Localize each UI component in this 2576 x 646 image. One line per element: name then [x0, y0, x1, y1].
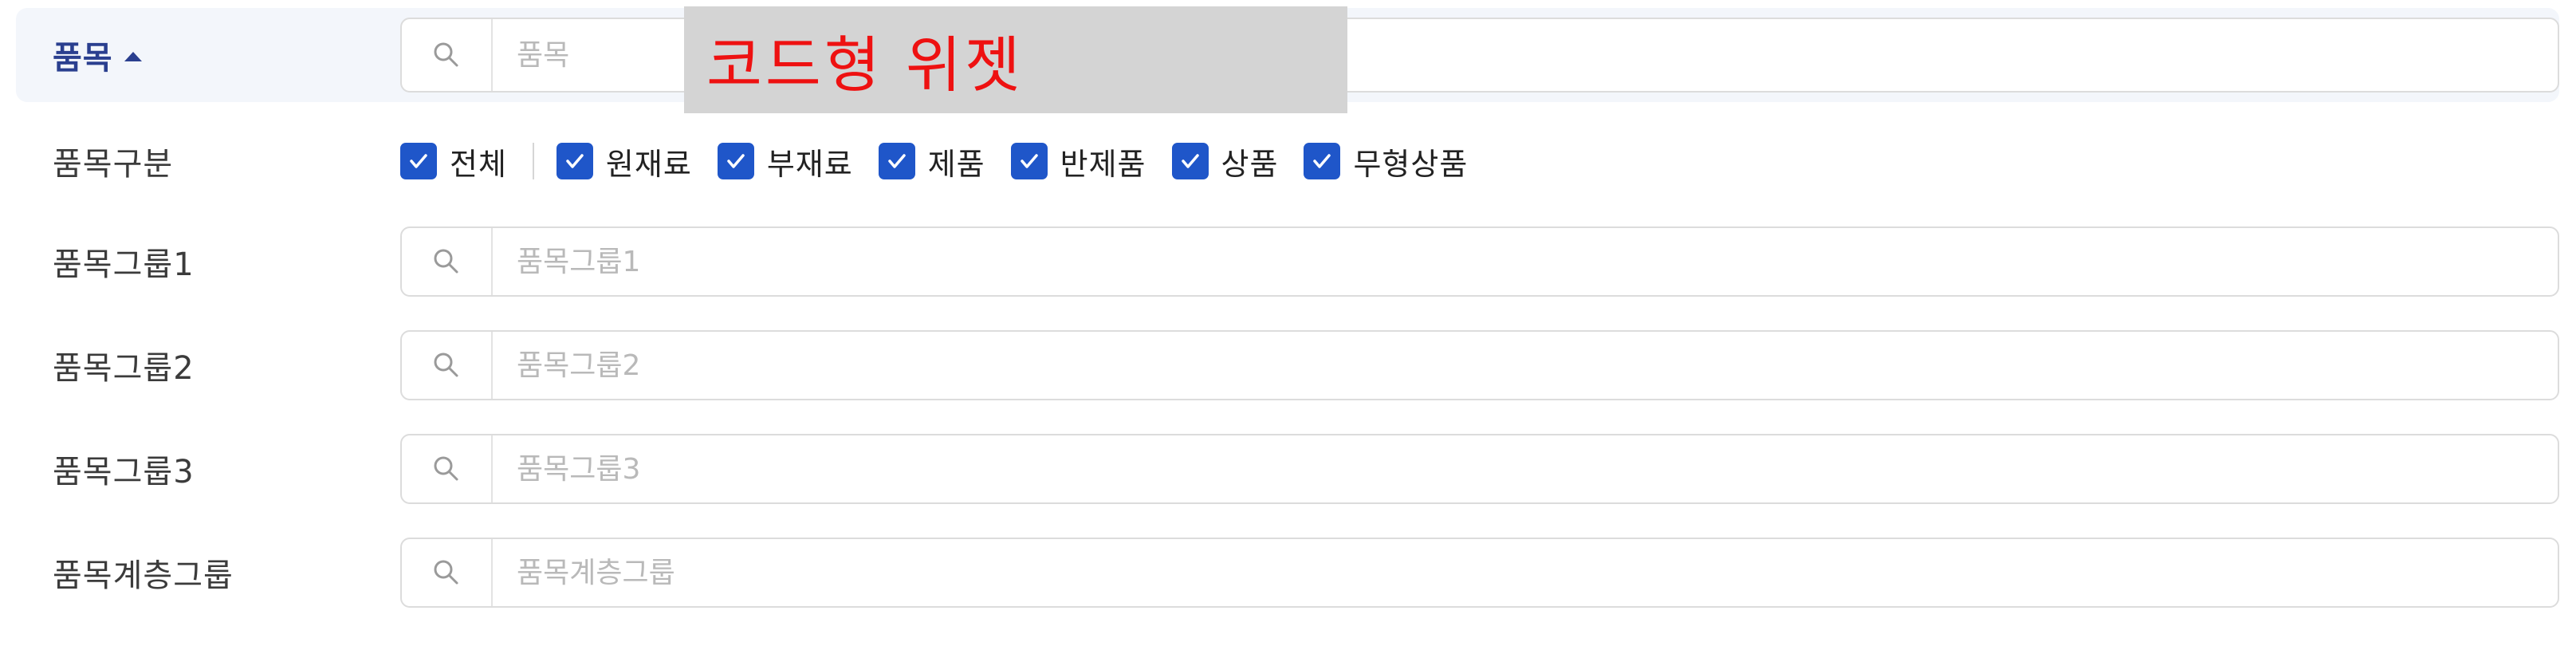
item-group3-search-input[interactable]: [517, 435, 2542, 502]
checkbox-label: 제품: [927, 146, 985, 182]
search-icon: [434, 456, 458, 481]
item-hierarchy-group-search-box: [400, 538, 2559, 608]
search-icon: [434, 42, 458, 67]
item-group3-search-button[interactable]: [402, 435, 493, 502]
checkbox-box[interactable]: [878, 143, 915, 179]
item-group3-row: 품목그룹3: [16, 423, 2559, 515]
item-group1-search-input[interactable]: [517, 228, 2542, 295]
checkbox-semi-product[interactable]: 반제품: [1010, 140, 1146, 183]
item-group2-label: 품목그룹2: [53, 350, 195, 387]
annotation-text: 코드형 위젯: [706, 30, 1024, 100]
item-hierarchy-group-search-button[interactable]: [402, 539, 493, 606]
search-icon: [434, 249, 458, 274]
filter-panel: 품목 품목구분 전체: [0, 0, 2576, 646]
checkbox-raw-material[interactable]: 원재료: [556, 140, 692, 183]
item-hierarchy-group-row: 품목계층그룹: [16, 526, 2559, 619]
search-icon: [434, 560, 458, 585]
item-group2-search-button[interactable]: [402, 332, 493, 399]
check-icon: [410, 154, 427, 168]
check-icon: [1181, 154, 1199, 168]
item-group3-search-box: [400, 434, 2559, 504]
item-hierarchy-group-label: 품목계층그룹: [53, 557, 234, 594]
item-group1-search-box: [400, 226, 2559, 297]
item-type-label: 품목구분: [53, 146, 174, 183]
divider: [532, 143, 534, 179]
checkbox-box[interactable]: [1171, 143, 1209, 179]
checkbox-label: 부재료: [766, 146, 853, 182]
checkbox-label: 전체: [450, 146, 507, 182]
item-label[interactable]: 품목: [53, 8, 142, 102]
item-group1-label: 품목그룹1: [53, 246, 195, 283]
caret-up-icon[interactable]: [124, 52, 142, 61]
item-group2-row: 품목그룹2: [16, 319, 2559, 412]
item-group1-search-button[interactable]: [402, 228, 493, 295]
item-type-checkboxes: 전체 원재료 부재료 제품 반제품 상품 무형상품: [400, 115, 1493, 207]
checkbox-label: 반제품: [1060, 146, 1146, 182]
check-icon: [1313, 154, 1331, 168]
item-group1-row: 품목그룹1: [16, 215, 2559, 308]
checkbox-label: 무형상품: [1353, 146, 1469, 182]
item-group2-search-input[interactable]: [517, 332, 2542, 399]
check-icon: [1020, 154, 1038, 168]
checkbox-goods[interactable]: 상품: [1171, 140, 1279, 183]
item-type-row: 품목구분 전체 원재료 부재료 제품 반제품 상품 무형상품: [16, 115, 2559, 207]
item-hierarchy-group-search-input[interactable]: [517, 539, 2542, 606]
checkbox-all[interactable]: 전체: [400, 140, 507, 183]
item-search-button[interactable]: [402, 19, 493, 91]
checkbox-product[interactable]: 제품: [878, 140, 985, 183]
checkbox-box[interactable]: [400, 143, 437, 179]
checkbox-label: 원재료: [605, 146, 692, 182]
checkbox-box[interactable]: [1010, 143, 1048, 179]
check-icon: [887, 154, 906, 168]
checkbox-sub-material[interactable]: 부재료: [717, 140, 853, 183]
search-icon: [434, 353, 458, 377]
item-group3-label: 품목그룹3: [53, 454, 195, 490]
check-icon: [727, 154, 745, 168]
code-widget-annotation: 코드형 위젯: [684, 6, 1347, 113]
item-label-text: 품목: [53, 40, 113, 77]
checkbox-box[interactable]: [556, 143, 593, 179]
item-group2-search-box: [400, 330, 2559, 400]
checkbox-box[interactable]: [717, 143, 754, 179]
checkbox-intangible-goods[interactable]: 무형상품: [1304, 140, 1468, 183]
checkbox-label: 상품: [1221, 146, 1279, 182]
checkbox-box[interactable]: [1304, 143, 1341, 179]
check-icon: [566, 154, 584, 168]
